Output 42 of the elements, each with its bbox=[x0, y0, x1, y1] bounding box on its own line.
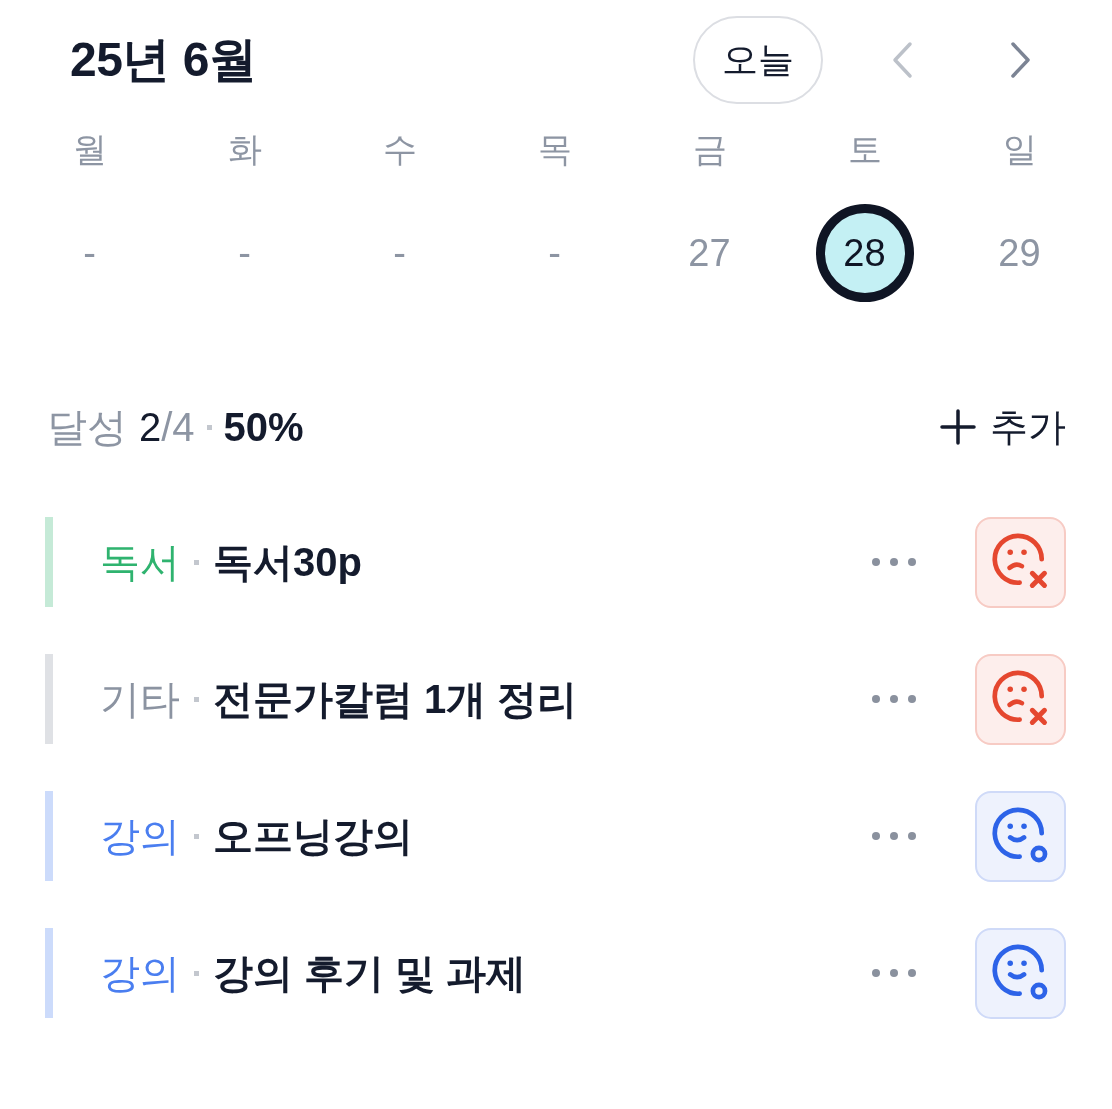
achievement-count: 2/4 bbox=[139, 404, 195, 450]
more-icon[interactable] bbox=[871, 831, 917, 841]
category-label: 독서 bbox=[100, 538, 180, 586]
more-icon[interactable] bbox=[871, 694, 917, 704]
day-number[interactable]: 28 bbox=[815, 204, 914, 302]
sad-face-icon bbox=[991, 533, 1050, 591]
weekday-label: 토 bbox=[847, 129, 882, 170]
weekday-label: 목 bbox=[537, 129, 572, 170]
category-label: 기타 bbox=[100, 675, 180, 723]
more-icon[interactable] bbox=[871, 557, 917, 567]
status-button[interactable] bbox=[975, 927, 1066, 1019]
category-label: 강의 bbox=[100, 949, 180, 997]
plus-icon bbox=[940, 409, 976, 445]
status-button[interactable] bbox=[975, 653, 1066, 745]
day-number[interactable]: - bbox=[83, 231, 96, 275]
more-icon[interactable] bbox=[871, 968, 917, 978]
achievement-percent: 50% bbox=[223, 404, 304, 450]
category-label: 강의 bbox=[100, 812, 180, 860]
status-button[interactable] bbox=[975, 790, 1066, 882]
day-number[interactable]: - bbox=[548, 231, 561, 275]
weekday-label: 금 bbox=[692, 129, 727, 170]
task-title: 오프닝강의 bbox=[213, 812, 413, 860]
today-button[interactable]: 오늘 bbox=[693, 16, 823, 104]
month-title: 25년 6월 bbox=[70, 32, 257, 88]
weekday-label: 수 bbox=[382, 129, 417, 170]
weekday-label: 월 bbox=[72, 129, 107, 170]
task-title: 전문가칼럼 1개 정리 bbox=[213, 675, 578, 723]
achievement-label: 달성 bbox=[47, 403, 127, 451]
task-title: 독서30p bbox=[213, 538, 362, 586]
day-number[interactable]: - bbox=[393, 231, 406, 275]
sad-face-icon bbox=[991, 670, 1050, 728]
chevron-right-icon[interactable] bbox=[1010, 41, 1032, 79]
weekday-label: 화 bbox=[227, 129, 262, 170]
day-number[interactable]: - bbox=[238, 231, 251, 275]
smiley-face-icon bbox=[991, 944, 1050, 1002]
add-button[interactable]: 추가 bbox=[940, 401, 1066, 453]
day-number[interactable]: 29 bbox=[998, 231, 1041, 275]
task-title: 강의 후기 및 과제 bbox=[213, 949, 527, 997]
smiley-face-icon bbox=[991, 807, 1050, 865]
weekday-label: 일 bbox=[1002, 129, 1037, 170]
day-number[interactable]: 27 bbox=[688, 231, 731, 275]
status-button[interactable] bbox=[975, 516, 1066, 608]
